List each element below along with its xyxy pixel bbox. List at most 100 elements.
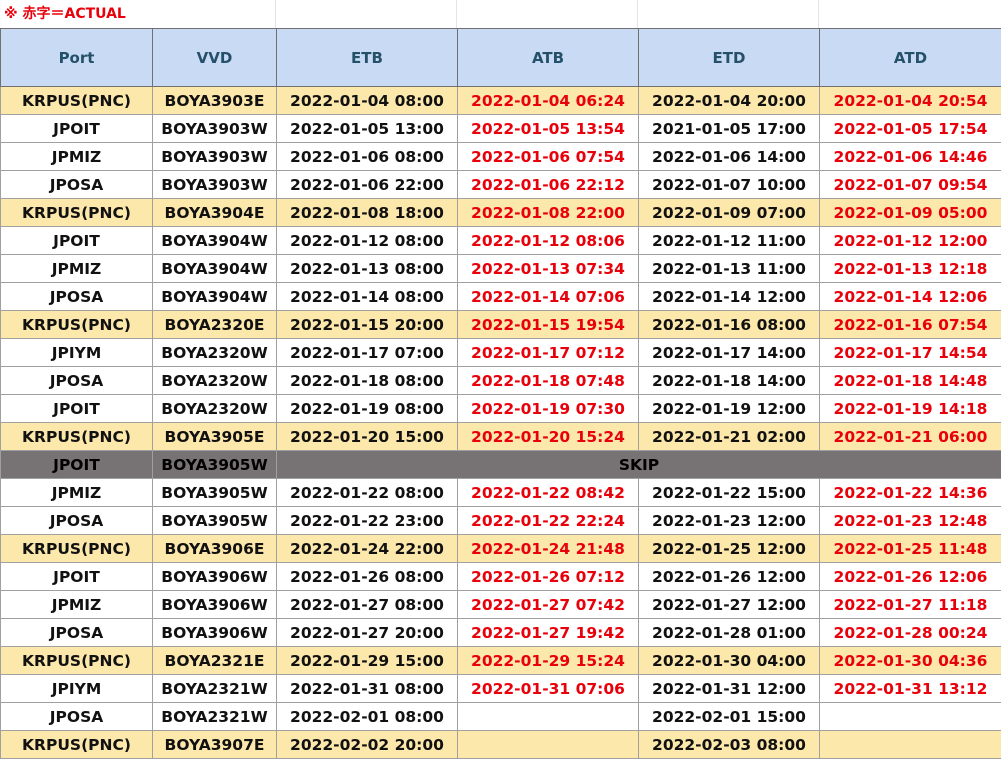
etd-cell: 2022-01-13 11:00 [639, 255, 820, 283]
skip-cell: SKIP [277, 451, 1001, 479]
port-cell: KRPUS(PNC) [1, 423, 153, 451]
etb-cell: 2022-02-01 08:00 [277, 703, 458, 731]
etd-cell: 2022-01-07 10:00 [639, 171, 820, 199]
atb-cell: 2022-01-27 07:42 [458, 591, 639, 619]
port-cell: JPOSA [1, 619, 153, 647]
atb-cell: 2022-01-04 06:24 [458, 87, 639, 115]
atb-cell: 2022-01-19 07:30 [458, 395, 639, 423]
atd-cell: 2022-01-13 12:18 [820, 255, 1001, 283]
port-cell: JPMIZ [1, 143, 153, 171]
table-row[interactable]: JPOITBOYA3905WSKIP [1, 451, 1001, 479]
etb-cell: 2022-01-27 20:00 [277, 619, 458, 647]
etb-cell: 2022-01-27 08:00 [277, 591, 458, 619]
empty-cell [276, 0, 457, 28]
port-cell: JPMIZ [1, 591, 153, 619]
table-row[interactable]: JPOSABOYA3905W2022-01-22 23:002022-01-22… [1, 507, 1001, 535]
etb-cell: 2022-01-24 22:00 [277, 535, 458, 563]
table-row[interactable]: KRPUS(PNC)BOYA3903E2022-01-04 08:002022-… [1, 87, 1001, 115]
etb-cell: 2022-01-18 08:00 [277, 367, 458, 395]
atd-cell: 2022-01-26 12:06 [820, 563, 1001, 591]
table-row[interactable]: KRPUS(PNC)BOYA3905E2022-01-20 15:002022-… [1, 423, 1001, 451]
etb-cell: 2022-01-20 15:00 [277, 423, 458, 451]
atb-cell: 2022-01-27 19:42 [458, 619, 639, 647]
etd-cell: 2022-01-09 07:00 [639, 199, 820, 227]
atd-cell: 2022-01-05 17:54 [820, 115, 1001, 143]
header-atb: ATB [458, 29, 639, 87]
table-row[interactable]: JPMIZBOYA3904W2022-01-13 08:002022-01-13… [1, 255, 1001, 283]
vvd-cell: BOYA3906E [153, 535, 277, 563]
port-cell: JPOSA [1, 703, 153, 731]
atd-cell: 2022-01-28 00:24 [820, 619, 1001, 647]
port-cell: JPOSA [1, 507, 153, 535]
etd-cell: 2022-01-14 12:00 [639, 283, 820, 311]
table-row[interactable]: JPIYMBOYA2321W2022-01-31 08:002022-01-31… [1, 675, 1001, 703]
port-cell: KRPUS(PNC) [1, 87, 153, 115]
etd-cell: 2022-01-25 12:00 [639, 535, 820, 563]
port-cell: KRPUS(PNC) [1, 535, 153, 563]
vvd-cell: BOYA3903W [153, 143, 277, 171]
table-row[interactable]: KRPUS(PNC)BOYA3906E2022-01-24 22:00 2022-… [1, 535, 1001, 563]
header-etb: ETB [277, 29, 458, 87]
atd-cell: 2022-01-07 09:54 [820, 171, 1001, 199]
atd-cell: 2022-01-19 14:18 [820, 395, 1001, 423]
vvd-cell: BOYA3906W [153, 591, 277, 619]
etd-cell: 2022-01-06 14:00 [639, 143, 820, 171]
atd-cell: 2022-01-23 12:48 [820, 507, 1001, 535]
table-row[interactable]: KRPUS(PNC)BOYA2321E2022-01-29 15:002022-… [1, 647, 1001, 675]
vvd-cell: BOYA3904W [153, 227, 277, 255]
etd-cell: 2022-01-30 04:00 [639, 647, 820, 675]
etd-cell: 2022-01-04 20:00 [639, 87, 820, 115]
etd-cell: 2022-01-31 12:00 [639, 675, 820, 703]
port-cell: KRPUS(PNC) [1, 647, 153, 675]
etb-cell: 2022-01-15 20:00 [277, 311, 458, 339]
empty-cell [457, 0, 638, 28]
etb-cell: 2022-01-22 23:00 [277, 507, 458, 535]
vvd-cell: BOYA3903W [153, 171, 277, 199]
atd-cell: 2022-01-04 20:54 [820, 87, 1001, 115]
etd-cell: 2022-01-18 14:00 [639, 367, 820, 395]
port-cell: KRPUS(PNC) [1, 311, 153, 339]
table-row[interactable]: KRPUS(PNC)BOYA2320E2022-01-15 20:002022-… [1, 311, 1001, 339]
etb-cell: 2022-01-17 07:00 [277, 339, 458, 367]
atb-cell [458, 731, 639, 759]
port-cell: JPOSA [1, 283, 153, 311]
header-vvd: VVD [153, 29, 277, 87]
table-row[interactable]: JPMIZBOYA3906W2022-01-27 08:002022-01-27… [1, 591, 1001, 619]
vvd-cell: BOYA3903E [153, 87, 277, 115]
atb-cell: 2022-01-12 08:06 [458, 227, 639, 255]
actual-legend-note: ※ 赤字＝ACTUAL [0, 0, 152, 28]
table-row[interactable]: JPOSABOYA3903W2022-01-06 22:002022-01-06… [1, 171, 1001, 199]
table-row[interactable]: JPOSABOYA3904W2022-01-14 08:002022-01-14… [1, 283, 1001, 311]
port-cell: JPOIT [1, 115, 153, 143]
atd-cell: 2022-01-12 12:00 [820, 227, 1001, 255]
atb-cell: 2022-01-22 22:24 [458, 507, 639, 535]
port-cell: JPOSA [1, 171, 153, 199]
table-row[interactable]: JPMIZBOYA3905W2022-01-22 08:002022-01-22… [1, 479, 1001, 507]
table-row[interactable]: JPOITBOYA3906W2022-01-26 08:002022-01-26… [1, 563, 1001, 591]
table-row[interactable]: JPMIZBOYA3903W2022-01-06 08:002022-01-06… [1, 143, 1001, 171]
table-row[interactable]: JPOSABOYA2320W2022-01-18 08:002022-01-18… [1, 367, 1001, 395]
port-cell: KRPUS(PNC) [1, 199, 153, 227]
port-cell: JPOIT [1, 395, 153, 423]
etb-cell: 2022-01-08 18:00 [277, 199, 458, 227]
atd-cell: 2022-01-09 05:00 [820, 199, 1001, 227]
etb-cell: 2022-01-13 08:00 [277, 255, 458, 283]
etb-cell: 2022-01-12 08:00 [277, 227, 458, 255]
vessel-schedule-table: Port VVD ETB ATB ETD ATD KRPUS(PNC)BOYA3… [0, 28, 1001, 759]
table-row[interactable]: JPOITBOYA2320W2022-01-19 08:002022-01-19… [1, 395, 1001, 423]
atb-cell: 2022-01-05 13:54 [458, 115, 639, 143]
vvd-cell: BOYA2320W [153, 395, 277, 423]
etd-cell: 2022-01-21 02:00 [639, 423, 820, 451]
atb-cell: 2022-01-08 22:00 [458, 199, 639, 227]
header-etd: ETD [639, 29, 820, 87]
vvd-cell: BOYA2320W [153, 339, 277, 367]
table-row[interactable]: JPOSABOYA3906W2022-01-27 20:002022-01-27… [1, 619, 1001, 647]
table-row[interactable]: JPOITBOYA3903W2022-01-05 13:002022-01-05… [1, 115, 1001, 143]
table-row[interactable]: JPIYMBOYA2320W2022-01-17 07:002022-01-17… [1, 339, 1001, 367]
vvd-cell: BOYA2321E [153, 647, 277, 675]
vvd-cell: BOYA3906W [153, 619, 277, 647]
table-row[interactable]: KRPUS(PNC)BOYA3907E2022-02-02 20:002022-… [1, 731, 1001, 759]
table-row[interactable]: KRPUS(PNC)BOYA3904E2022-01-08 18:002022-… [1, 199, 1001, 227]
table-row[interactable]: JPOITBOYA3904W2022-01-12 08:002022-01-12… [1, 227, 1001, 255]
table-row[interactable]: JPOSABOYA2321W2022-02-01 08:002022-02-01… [1, 703, 1001, 731]
